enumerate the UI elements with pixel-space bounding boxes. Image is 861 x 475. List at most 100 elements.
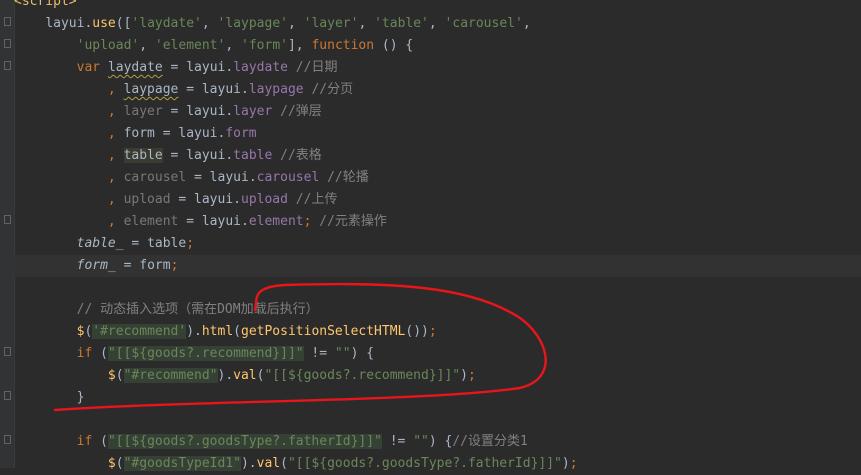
code-line[interactable]: , carousel = layui.carousel //轮播 (14, 167, 861, 189)
code-line[interactable]: form_ = form; (14, 255, 861, 277)
code-token: "#recommend" (123, 368, 218, 383)
code-token: element (123, 214, 179, 229)
code-token: //分页 (303, 82, 354, 97)
code-token: , (287, 16, 304, 31)
code-token: ). (186, 324, 202, 339)
code-line[interactable]: , upload = layui.upload //上传 (14, 189, 861, 211)
code-line[interactable]: // 动态插入选项（需在DOM加载后执行） (14, 299, 861, 321)
code-token: , (107, 148, 124, 163)
code-token: = layui. (186, 170, 257, 185)
code-token: ; (186, 236, 195, 251)
code-token: form = layui. (123, 126, 226, 141)
code-token: 'form' (241, 38, 288, 53)
code-token: , (107, 82, 124, 97)
code-token: = layui. (178, 82, 249, 97)
code-token: 'layer' (303, 16, 359, 31)
code-token: html (201, 324, 234, 339)
code-token: , (358, 16, 375, 31)
code-line[interactable]: , form = layui.form (14, 123, 861, 145)
code-line[interactable]: $("#goodsTypeId1").val("[[${goods?.goods… (14, 453, 861, 475)
code-token: 'carousel' (444, 16, 523, 31)
code-token: ( (115, 368, 124, 383)
code-editor[interactable]: <script> layui.use(['laydate', 'laypage'… (0, 0, 861, 471)
code-token: //轮播 (319, 170, 369, 185)
code-token: != (381, 434, 414, 449)
code-token: laydate (233, 60, 288, 75)
code-token: laypage (123, 82, 179, 97)
code-token: ). (240, 456, 257, 471)
code-token: , (107, 170, 124, 185)
code-token: //弹层 (272, 104, 322, 119)
code-token: var (76, 60, 108, 75)
code-token: ; (569, 456, 578, 471)
code-line[interactable]: , laypage = layui.laypage //分页 (14, 79, 861, 101)
code-token: != (303, 346, 335, 361)
code-token: , (107, 126, 124, 141)
code-token: = layui. (162, 104, 234, 119)
code-line[interactable] (14, 277, 861, 299)
code-token: } (76, 390, 85, 405)
code-token: "" (334, 346, 351, 361)
code-line[interactable] (14, 409, 861, 431)
code-token: //表格 (272, 148, 322, 163)
code-token: table (233, 148, 273, 163)
code-token: upload (123, 192, 171, 207)
code-token: ( (100, 346, 108, 361)
code-line[interactable]: , table = layui.table //表格 (14, 145, 861, 167)
code-token: // 动态插入选项（需在DOM加载后执行） (76, 302, 319, 317)
code-line[interactable]: var laydate = layui.laydate //日期 (14, 57, 861, 79)
code-line[interactable]: , element = layui.element; //元素操作 (14, 211, 861, 233)
code-token: "[[${goods?.recommend}]]" (264, 368, 461, 383)
code-token: table_ (76, 236, 124, 251)
code-token: table (123, 148, 163, 163)
code-token: , (139, 38, 155, 53)
code-token: getPositionSelectHTML (241, 324, 406, 339)
code-token: <script> (14, 0, 77, 9)
code-token: 'laydate' (131, 16, 202, 31)
code-line[interactable]: } (14, 387, 861, 409)
code-line[interactable]: layui.use(['laydate', 'laypage', 'layer'… (14, 13, 861, 35)
code-line[interactable]: <script> (14, 0, 861, 13)
code-token: ( (280, 456, 288, 471)
code-token: layui. (45, 16, 93, 31)
code-line[interactable]: if ("[[${goods?.goodsType?.fatherId}]]" … (14, 431, 861, 453)
code-token: carousel (123, 170, 187, 185)
code-token: ) { (428, 434, 453, 449)
code-token: ) (460, 368, 468, 383)
code-line[interactable]: 'upload', 'element', 'form'], function (… (14, 35, 861, 57)
code-line[interactable]: $("#recommend").val("[[${goods?.recommen… (14, 365, 861, 387)
code-token: "[[${goods?.goodsType?.fatherId}]]" (287, 456, 562, 471)
code-token: = layui. (178, 214, 249, 229)
code-token: laydate (107, 60, 163, 75)
code-token: upload (241, 192, 288, 207)
code-token: form (225, 126, 257, 141)
code-token: carousel (256, 170, 320, 185)
code-token: "[[${goods?.goodsType?.fatherId}]]" (107, 434, 382, 449)
code-token: , (225, 38, 242, 53)
code-line[interactable]: $('#recommend').html(getPositionSelectHT… (14, 321, 861, 343)
code-token: , (201, 16, 218, 31)
code-token: val (256, 456, 281, 471)
code-token: 'table' (374, 16, 429, 31)
code-line[interactable]: if ("[[${goods?.recommend}]]" != "") { (14, 343, 861, 365)
code-token: ; (170, 258, 179, 273)
code-line[interactable]: table_ = table; (14, 233, 861, 255)
code-token: = layui. (162, 60, 234, 75)
code-line[interactable]: , layer = layui.layer //弹层 (14, 101, 861, 123)
code-token: ([ (115, 16, 132, 31)
